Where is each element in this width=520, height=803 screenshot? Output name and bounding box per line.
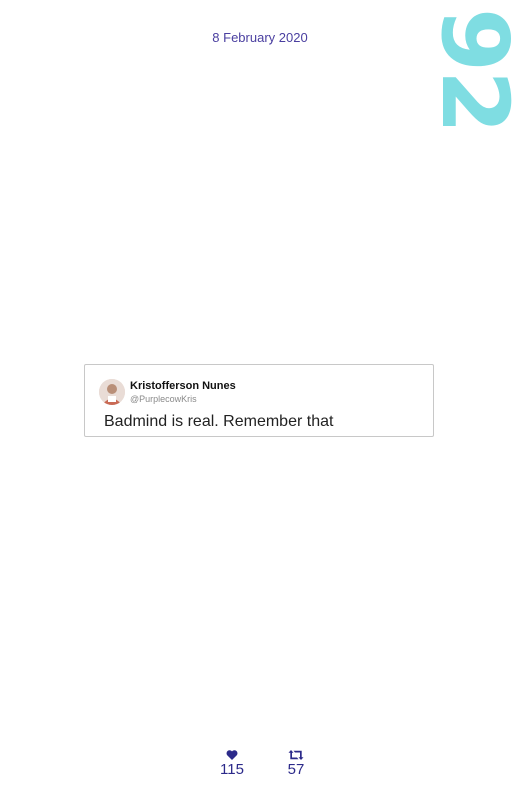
avatar[interactable] (99, 379, 125, 405)
heart-icon (226, 750, 238, 760)
avatar-image (99, 379, 125, 405)
retweets-count: 57 (287, 761, 305, 778)
tweet-card[interactable]: Kristofferson Nunes @PurplecowKris Badmi… (84, 364, 434, 437)
page-number: 92 (432, 8, 520, 136)
author-name[interactable]: Kristofferson Nunes (130, 380, 236, 392)
retweets-stat[interactable]: 57 (276, 748, 316, 778)
likes-stat[interactable]: 115 (212, 748, 252, 778)
author-handle[interactable]: @PurplecowKris (130, 394, 197, 404)
likes-count: 115 (220, 761, 244, 778)
tweet-text: Badmind is real. Remember that (104, 413, 334, 430)
retweet-icon (288, 750, 304, 760)
page-number-text: 92 (432, 8, 520, 133)
